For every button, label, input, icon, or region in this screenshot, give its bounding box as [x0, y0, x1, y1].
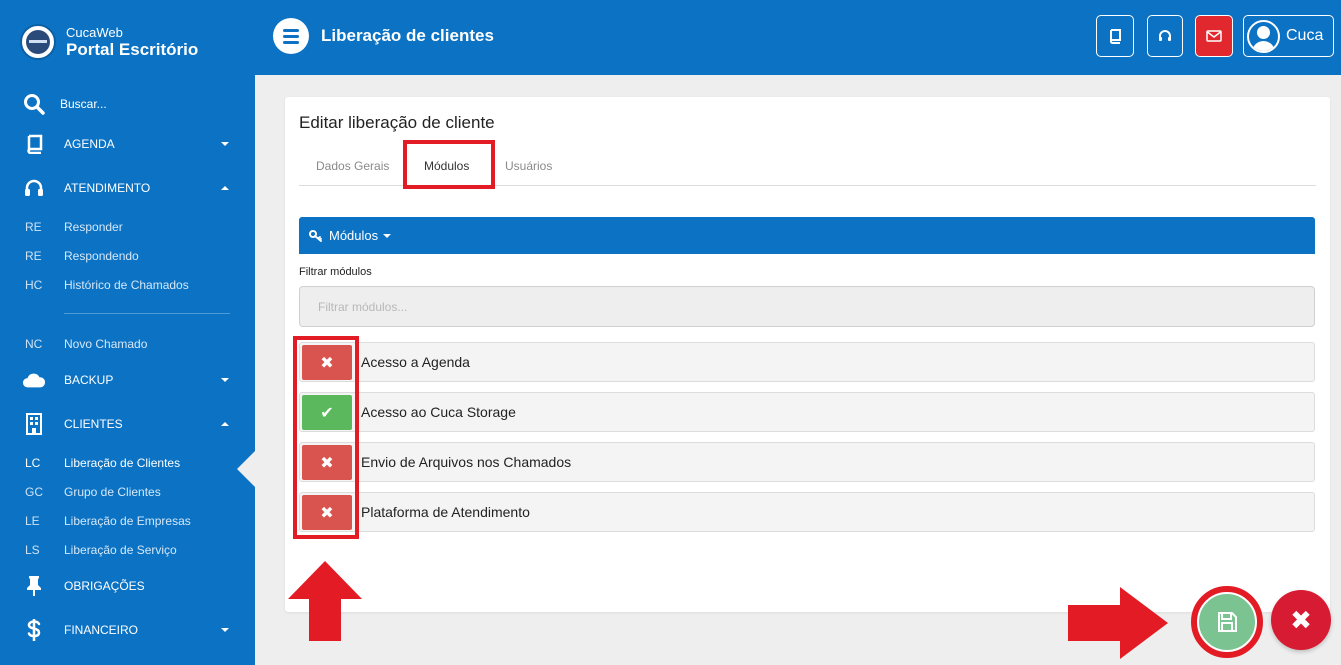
- sidebar-item-label: ATENDIMENTO: [64, 181, 151, 195]
- chevron-up-icon: [221, 422, 229, 426]
- module-label: Acesso ao Cuca Storage: [361, 404, 516, 420]
- sidebar-item-obrigacoes[interactable]: OBRIGAÇÕES: [0, 575, 255, 597]
- sidebar-divider: [64, 313, 230, 314]
- sidebar-item-label: FINANCEIRO: [64, 623, 139, 637]
- key-icon: [309, 229, 322, 242]
- sidebar-subitem-abbr: LC: [25, 456, 41, 470]
- pin-icon: [22, 575, 46, 597]
- sidebar-subitem-label: Responder: [64, 220, 123, 234]
- sidebar-item-clientes[interactable]: CLIENTES: [0, 413, 255, 435]
- menu-toggle-button[interactable]: [273, 18, 309, 54]
- edit-client-card: Editar liberação de cliente Dados Gerais…: [285, 97, 1330, 612]
- module-label: Envio de Arquivos nos Chamados: [361, 454, 572, 470]
- sidebar-item-backup[interactable]: BACKUP: [0, 369, 255, 391]
- save-button[interactable]: [1191, 586, 1263, 658]
- sidebar-subitem-abbr: RE: [25, 220, 42, 234]
- chevron-up-icon: [221, 186, 229, 190]
- support-button[interactable]: [1147, 15, 1183, 57]
- module-row: ✔ Acesso ao Cuca Storage: [299, 392, 1315, 432]
- sidebar-search[interactable]: Buscar...: [0, 93, 255, 115]
- brand-logo: [20, 24, 56, 60]
- sidebar-subitem-responder[interactable]: RE Responder: [0, 219, 255, 235]
- chevron-down-icon: [221, 628, 229, 632]
- annotation-arrow-up-icon: [288, 561, 362, 641]
- sidebar-subitem-label: Respondendo: [64, 249, 139, 263]
- sidebar-item-atendimento[interactable]: ATENDIMENTO: [0, 177, 255, 199]
- top-bar: CucaWeb Portal Escritório Liberação de c…: [0, 0, 1341, 75]
- modules-section-label: Módulos: [329, 228, 379, 243]
- agenda-button[interactable]: [1096, 15, 1134, 57]
- brand-name: CucaWeb: [66, 24, 123, 40]
- tab-dados-gerais[interactable]: Dados Gerais: [316, 159, 389, 173]
- user-avatar-icon: [1247, 19, 1280, 53]
- sidebar-subitem-abbr: RE: [25, 249, 42, 263]
- module-label: Acesso a Agenda: [361, 354, 470, 370]
- dollar-icon: [22, 619, 46, 641]
- module-row: ✖ Plataforma de Atendimento: [299, 492, 1315, 532]
- module-row: ✖ Acesso a Agenda: [299, 342, 1315, 382]
- headset-icon: [22, 177, 46, 199]
- tabs: Dados Gerais Módulos Usuários: [299, 140, 1316, 189]
- tab-usuarios[interactable]: Usuários: [505, 159, 552, 173]
- toggles-highlight: [293, 336, 359, 539]
- floppy-disk-icon: [1218, 612, 1237, 632]
- sidebar-subitem-label: Liberação de Clientes: [64, 456, 181, 470]
- filter-label: Filtrar módulos: [299, 266, 372, 278]
- sidebar-subitem-liberacao-clientes[interactable]: LC Liberação de Clientes: [0, 455, 255, 471]
- book-icon: [1110, 29, 1121, 44]
- sidebar-subitem-novo-chamado[interactable]: NC Novo Chamado: [0, 336, 255, 352]
- sidebar-item-label: CLIENTES: [64, 417, 123, 431]
- sidebar-subitem-abbr: NC: [25, 337, 43, 351]
- chevron-down-icon: [383, 233, 392, 238]
- messages-button[interactable]: [1195, 15, 1233, 57]
- filter-modules-input[interactable]: [299, 286, 1315, 327]
- sidebar-subitem-label: Liberação de Serviço: [64, 543, 177, 557]
- tab-modulos[interactable]: Módulos: [424, 159, 469, 173]
- brand-portal: Portal Escritório: [66, 39, 199, 59]
- sidebar-search-label: Buscar...: [60, 97, 107, 111]
- sidebar-subitem-label: Grupo de Clientes: [64, 485, 161, 499]
- sidebar-subitem-respondendo[interactable]: RE Respondendo: [0, 248, 255, 264]
- sidebar-subitem-liberacao-servico[interactable]: LS Liberação de Serviço: [0, 542, 255, 558]
- sidebar-item-financeiro[interactable]: FINANCEIRO: [0, 619, 255, 641]
- headset-icon: [1159, 30, 1171, 41]
- sidebar-subitem-historico[interactable]: HC Histórico de Chamados: [0, 277, 255, 293]
- building-icon: [22, 413, 46, 435]
- chevron-down-icon: [221, 378, 229, 382]
- cloud-icon: [22, 369, 46, 391]
- chevron-down-icon: [221, 142, 229, 146]
- card-title: Editar liberação de cliente: [299, 113, 495, 132]
- sidebar-subitem-label: Liberação de Empresas: [64, 514, 191, 528]
- book-icon: [22, 133, 46, 155]
- page-title: Liberação de clientes: [321, 26, 494, 45]
- module-label: Plataforma de Atendimento: [361, 504, 530, 520]
- sidebar-item-label: OBRIGAÇÕES: [64, 579, 145, 593]
- sidebar-subitem-grupo-clientes[interactable]: GC Grupo de Clientes: [0, 484, 255, 500]
- user-menu-button[interactable]: Cuca: [1243, 15, 1334, 57]
- sidebar-item-label: AGENDA: [64, 137, 115, 151]
- sidebar-subitem-liberacao-empresas[interactable]: LE Liberação de Empresas: [0, 513, 255, 529]
- sidebar-subitem-label: Histórico de Chamados: [64, 278, 189, 292]
- envelope-icon: [1206, 30, 1222, 42]
- sidebar: Buscar... AGENDA ATENDIMENTO RE Responde…: [0, 75, 255, 665]
- brand[interactable]: CucaWeb Portal Escritório: [20, 24, 198, 60]
- modules-section-header[interactable]: Módulos: [299, 217, 1315, 254]
- sidebar-subitem-label: Novo Chamado: [64, 337, 148, 351]
- sidebar-item-label: BACKUP: [64, 373, 114, 387]
- active-item-pointer: [237, 451, 255, 487]
- sidebar-item-agenda[interactable]: AGENDA: [0, 133, 255, 155]
- sidebar-subitem-abbr: LS: [25, 543, 40, 557]
- sidebar-subitem-abbr: GC: [25, 485, 43, 499]
- user-name: Cuca: [1286, 27, 1324, 44]
- close-button[interactable]: ✖: [1271, 590, 1331, 650]
- search-icon: [22, 93, 46, 115]
- module-row: ✖ Envio de Arquivos nos Chamados: [299, 442, 1315, 482]
- sidebar-subitem-abbr: HC: [25, 278, 43, 292]
- annotation-arrow-right-icon: [1068, 587, 1168, 659]
- sidebar-subitem-abbr: LE: [25, 514, 40, 528]
